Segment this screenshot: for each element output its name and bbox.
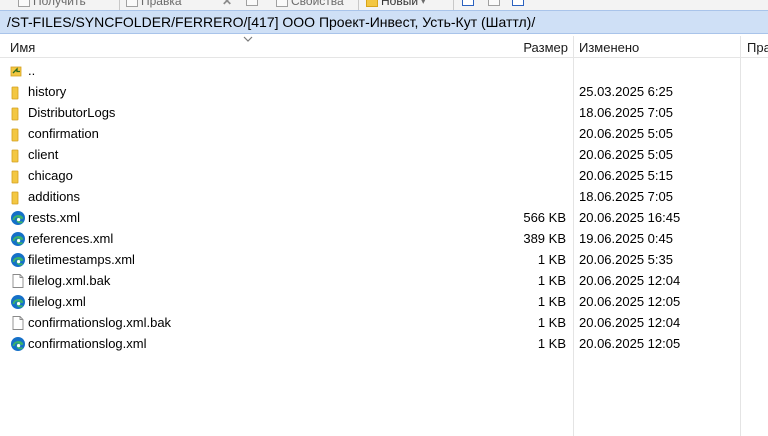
file-row[interactable]: additions 18.06.2025 7:05 (0, 186, 768, 207)
file-name: rests.xml (28, 210, 80, 225)
file-name: confirmation (28, 126, 99, 141)
toolbar-divider (119, 0, 120, 10)
file-name: references.xml (28, 231, 114, 246)
column-header: Имя Размер Изменено Пра (0, 36, 768, 58)
file-modified: 20.06.2025 12:05 (579, 336, 681, 351)
blank-icon (488, 0, 500, 6)
toolbar: Получить Правка ✕ Свойства Новый ▾ (0, 0, 768, 10)
folder-icon (11, 191, 19, 205)
file-size: 1 KB (537, 273, 566, 288)
file-name: .. (28, 63, 36, 78)
properties-icon (276, 0, 288, 7)
file-name: filetimestamps.xml (28, 252, 135, 267)
edge-icon (11, 253, 25, 267)
edit-icon (126, 0, 138, 7)
file-modified: 20.06.2025 5:35 (579, 252, 673, 267)
column-rights[interactable]: Пра (747, 36, 768, 57)
file-name: DistributorLogs (28, 105, 116, 120)
file-row[interactable]: references.xml 389 KB 19.06.2025 0:45 (0, 228, 768, 249)
file-row[interactable]: rests.xml 566 KB 20.06.2025 16:45 (0, 207, 768, 228)
toolbar-divider (358, 0, 359, 10)
file-modified: 20.06.2025 12:05 (579, 294, 681, 309)
file-name: history (28, 84, 67, 99)
file-name: confirmationslog.xml (28, 336, 147, 351)
file-row[interactable]: filelog.xml.bak 1 KB 20.06.2025 12:04 (0, 270, 768, 291)
file-modified: 20.06.2025 5:05 (579, 147, 673, 162)
file-modified: 25.03.2025 6:25 (579, 84, 673, 99)
rename-button[interactable] (246, 0, 258, 6)
new-label: Новый (381, 0, 419, 8)
filter-button[interactable] (512, 0, 524, 6)
file-name: filelog.xml (28, 294, 86, 309)
sort-descending-icon (243, 36, 253, 42)
get-button[interactable]: Получить (18, 0, 86, 8)
file-icon (12, 316, 24, 330)
file-modified: 20.06.2025 12:04 (579, 273, 681, 288)
file-modified: 19.06.2025 0:45 (579, 231, 673, 246)
file-name: confirmationslog.xml.bak (28, 315, 172, 330)
edit-label: Правка (141, 0, 182, 8)
file-size: 1 KB (537, 315, 566, 330)
file-icon (12, 274, 24, 288)
file-size: 389 KB (523, 231, 566, 246)
edge-icon (11, 211, 25, 225)
file-size: 1 KB (537, 252, 566, 267)
file-modified: 18.06.2025 7:05 (579, 189, 673, 204)
file-row[interactable]: confirmationslog.xml.bak 1 KB 20.06.2025… (0, 312, 768, 333)
properties-button[interactable]: Свойства (276, 0, 344, 8)
edit-button[interactable]: Правка (126, 0, 182, 8)
file-modified: 20.06.2025 16:45 (579, 210, 681, 225)
file-modified: 18.06.2025 7:05 (579, 105, 673, 120)
column-size[interactable]: Размер (523, 36, 568, 57)
folder-icon (11, 107, 19, 121)
upload-button[interactable] (462, 0, 474, 6)
rename-icon (246, 0, 258, 6)
toolbar-divider (453, 0, 454, 10)
file-row[interactable]: confirmationslog.xml 1 KB 20.06.2025 12:… (0, 333, 768, 354)
get-label: Получить (33, 0, 86, 8)
file-row-parent[interactable]: .. (0, 60, 768, 81)
file-size: 1 KB (537, 294, 566, 309)
upload-icon (462, 0, 474, 6)
path-bar[interactable]: /ST-FILES/SYNCFOLDER/FERRERO/[417] ООО П… (0, 10, 768, 34)
folder-icon (11, 128, 19, 142)
delete-button[interactable]: ✕ (222, 0, 232, 8)
file-row[interactable]: client 20.06.2025 5:05 (0, 144, 768, 165)
file-name: additions (28, 189, 81, 204)
edge-icon (11, 232, 25, 246)
file-modified: 20.06.2025 12:04 (579, 315, 681, 330)
download-icon (18, 0, 30, 7)
folder-icon (11, 86, 19, 100)
properties-label: Свойства (291, 0, 344, 8)
dropdown-arrow-icon: ▾ (421, 0, 426, 6)
file-row[interactable]: filelog.xml 1 KB 20.06.2025 12:05 (0, 291, 768, 312)
file-row[interactable]: DistributorLogs 18.06.2025 7:05 (0, 102, 768, 123)
edge-icon (11, 295, 25, 309)
file-row[interactable]: filetimestamps.xml 1 KB 20.06.2025 5:35 (0, 249, 768, 270)
file-row[interactable]: history 25.03.2025 6:25 (0, 81, 768, 102)
delete-icon: ✕ (222, 0, 233, 8)
parent-folder-icon (10, 66, 22, 77)
column-name[interactable]: Имя (10, 36, 35, 57)
column-modified[interactable]: Изменено (579, 36, 639, 57)
folder-icon (11, 170, 19, 184)
file-name: client (28, 147, 59, 162)
file-row[interactable]: confirmation 20.06.2025 5:05 (0, 123, 768, 144)
file-size: 566 KB (523, 210, 566, 225)
folder-icon (11, 149, 19, 163)
file-row[interactable]: chicago 20.06.2025 5:15 (0, 165, 768, 186)
edge-icon (11, 337, 25, 351)
new-button[interactable]: Новый ▾ (366, 0, 426, 8)
file-name: chicago (28, 168, 73, 183)
file-size: 1 KB (537, 336, 566, 351)
new-folder-icon (366, 0, 378, 7)
file-modified: 20.06.2025 5:15 (579, 168, 673, 183)
filter-icon (512, 0, 524, 6)
file-name: filelog.xml.bak (28, 273, 111, 288)
file-modified: 20.06.2025 5:05 (579, 126, 673, 141)
blank-button[interactable] (488, 0, 500, 6)
